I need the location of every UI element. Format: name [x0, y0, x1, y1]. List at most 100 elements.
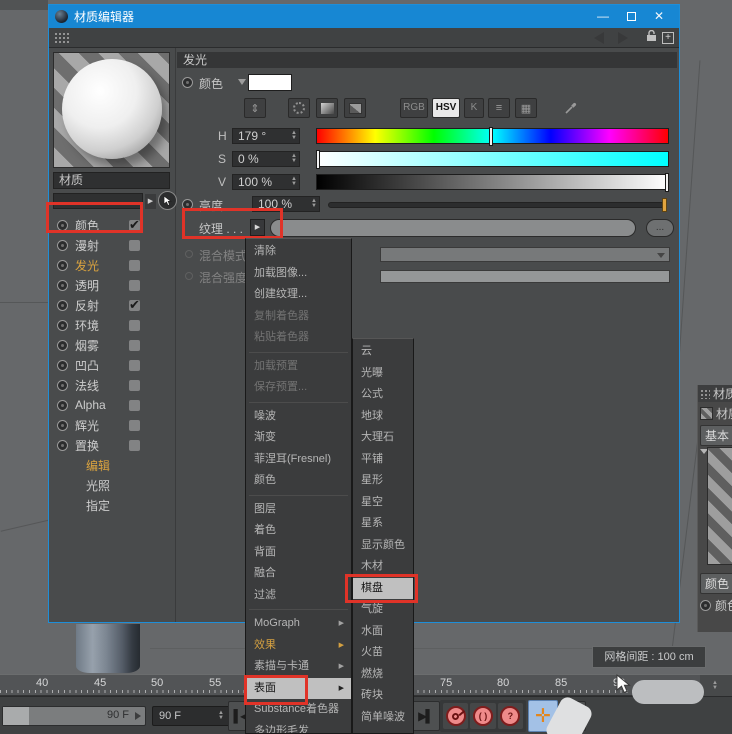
material-preview[interactable] — [53, 52, 170, 168]
channel-item[interactable]: 漫射 — [49, 235, 175, 255]
menu-item[interactable]: 多边形毛发 — [246, 721, 351, 734]
preview-range-slider[interactable]: 90 F — [2, 706, 146, 726]
mixer-icon[interactable]: ≡ — [488, 98, 510, 118]
material-name-field[interactable]: 材质 — [53, 172, 170, 189]
channel-item[interactable]: 反射✔ — [49, 295, 175, 315]
channel-item[interactable]: 环境 — [49, 315, 175, 335]
menu-item[interactable]: 砖块 — [353, 685, 413, 707]
menu-item[interactable]: 菲涅耳(Fresnel) — [246, 449, 351, 471]
brightness-slider[interactable] — [328, 202, 667, 208]
menu-item[interactable]: 大理石 — [353, 427, 413, 449]
image-icon[interactable] — [344, 98, 366, 118]
channel-item[interactable]: 烟雾 — [49, 335, 175, 355]
maximize-button[interactable] — [617, 5, 645, 28]
saturation-slider[interactable] — [316, 151, 669, 167]
menu-item[interactable]: 光曝 — [353, 363, 413, 385]
channel-item[interactable]: 凹凸 — [49, 355, 175, 375]
stepper-icon[interactable] — [291, 154, 299, 164]
channel-radio-icon[interactable] — [57, 280, 68, 291]
keyframe-help-button[interactable]: ? — [498, 703, 523, 729]
swatches-icon[interactable]: ▦ — [515, 98, 537, 118]
channel-item[interactable]: 发光 — [49, 255, 175, 275]
menu-item[interactable]: 加载预置 — [246, 356, 351, 378]
color-wheel-icon[interactable] — [288, 98, 310, 118]
menu-item[interactable]: 图层 — [246, 499, 351, 521]
menu-item[interactable]: 复制着色器 — [246, 306, 351, 328]
menu-item[interactable]: 星形 — [353, 470, 413, 492]
channel-radio-icon[interactable] — [57, 320, 68, 331]
channel-radio-icon[interactable] — [57, 300, 68, 311]
channel-checkbox[interactable]: ✔ — [129, 300, 140, 311]
menu-item[interactable]: 地球 — [353, 406, 413, 428]
record-keyframe-button[interactable] — [443, 703, 468, 729]
spectrum-icon[interactable] — [316, 98, 338, 118]
compact-mode-icon[interactable]: ⇕ — [244, 98, 266, 118]
mode-k-button[interactable]: K — [464, 98, 484, 118]
menu-item[interactable]: MoGraph▶ — [246, 613, 351, 635]
menu-item[interactable]: 渐变 — [246, 427, 351, 449]
toolbar-grip-icon[interactable] — [54, 32, 69, 44]
attribute-header[interactable]: 材质 — [698, 385, 732, 402]
menu-item[interactable]: 背面 — [246, 542, 351, 564]
menu-item[interactable]: 过滤 — [246, 585, 351, 607]
menu-item[interactable]: 创建纹理... — [246, 284, 351, 306]
menu-item[interactable]: 燃烧 — [353, 664, 413, 686]
add-panel-icon[interactable]: + — [662, 32, 674, 44]
saturation-slider-handle[interactable] — [316, 150, 320, 169]
texture-path-field[interactable] — [270, 219, 636, 237]
channel-radio-icon[interactable] — [57, 420, 68, 431]
viewport-cylinder-object[interactable] — [76, 624, 140, 673]
channel-checkbox[interactable] — [129, 240, 140, 251]
chevron-down-icon[interactable] — [238, 79, 246, 85]
dropdown-arrow-icon[interactable]: ▶ — [145, 194, 156, 209]
channel-extra-item[interactable]: 光照 — [49, 475, 175, 495]
channel-checkbox[interactable] — [129, 400, 140, 411]
channel-checkbox[interactable] — [129, 320, 140, 331]
menu-item[interactable]: 颜色 — [246, 470, 351, 492]
mode-hsv-button[interactable]: HSV — [432, 98, 460, 118]
menu-item[interactable]: 噪波 — [246, 406, 351, 428]
value-slider-handle[interactable] — [665, 173, 669, 192]
minimize-button[interactable]: — — [589, 5, 617, 28]
eyedropper-icon[interactable] — [560, 98, 582, 118]
pick-material-button[interactable] — [158, 191, 177, 210]
value-value-field[interactable]: 100 % — [232, 174, 300, 190]
channel-checkbox[interactable] — [129, 440, 140, 451]
hue-value-field[interactable]: 179 ° — [232, 128, 300, 144]
attribute-material-row[interactable]: 材质 — [700, 405, 732, 422]
channel-checkbox[interactable] — [129, 260, 140, 271]
channel-extra-item[interactable]: 编辑 — [49, 455, 175, 475]
menu-item[interactable]: 保存预置... — [246, 377, 351, 399]
titlebar[interactable]: 材质编辑器 — ✕ — [49, 5, 679, 28]
value-slider[interactable] — [316, 174, 669, 190]
timeline-end-cell[interactable] — [700, 674, 732, 696]
channel-radio-icon[interactable] — [57, 240, 68, 251]
channel-radio-icon[interactable] — [57, 400, 68, 411]
hue-slider[interactable] — [316, 128, 669, 144]
stepper-icon[interactable] — [291, 131, 299, 141]
channel-extra-item[interactable]: 指定 — [49, 495, 175, 515]
channel-radio-icon[interactable] — [57, 360, 68, 371]
channel-item[interactable]: 法线 — [49, 375, 175, 395]
channel-radio-icon[interactable] — [57, 380, 68, 391]
current-frame-field[interactable]: 90 F — [152, 706, 230, 726]
close-button[interactable]: ✕ — [645, 5, 673, 28]
mode-rgb-button[interactable]: RGB — [400, 98, 428, 118]
menu-item[interactable]: 着色 — [246, 520, 351, 542]
texture-browse-button[interactable]: ... — [646, 219, 674, 237]
go-to-end-button[interactable]: ▶▌ — [410, 701, 440, 731]
menu-item[interactable]: 融合 — [246, 563, 351, 585]
stepper-icon[interactable] — [291, 177, 299, 187]
channel-radio-icon[interactable] — [57, 260, 68, 271]
menu-item[interactable]: 星空 — [353, 492, 413, 514]
menu-item[interactable]: 加载图像... — [246, 263, 351, 285]
menu-item[interactable]: 简单噪波 — [353, 707, 413, 729]
color-swatch[interactable] — [248, 74, 292, 91]
autokey-button[interactable]: ( ) — [470, 703, 495, 729]
attribute-color-row[interactable]: 颜色 — [700, 597, 732, 614]
menu-item[interactable]: 清除 — [246, 241, 351, 263]
channel-item[interactable]: Alpha — [49, 395, 175, 415]
hue-slider-handle[interactable] — [489, 127, 493, 146]
tab-basic[interactable]: 基本 — [700, 425, 732, 446]
channel-checkbox[interactable] — [129, 380, 140, 391]
